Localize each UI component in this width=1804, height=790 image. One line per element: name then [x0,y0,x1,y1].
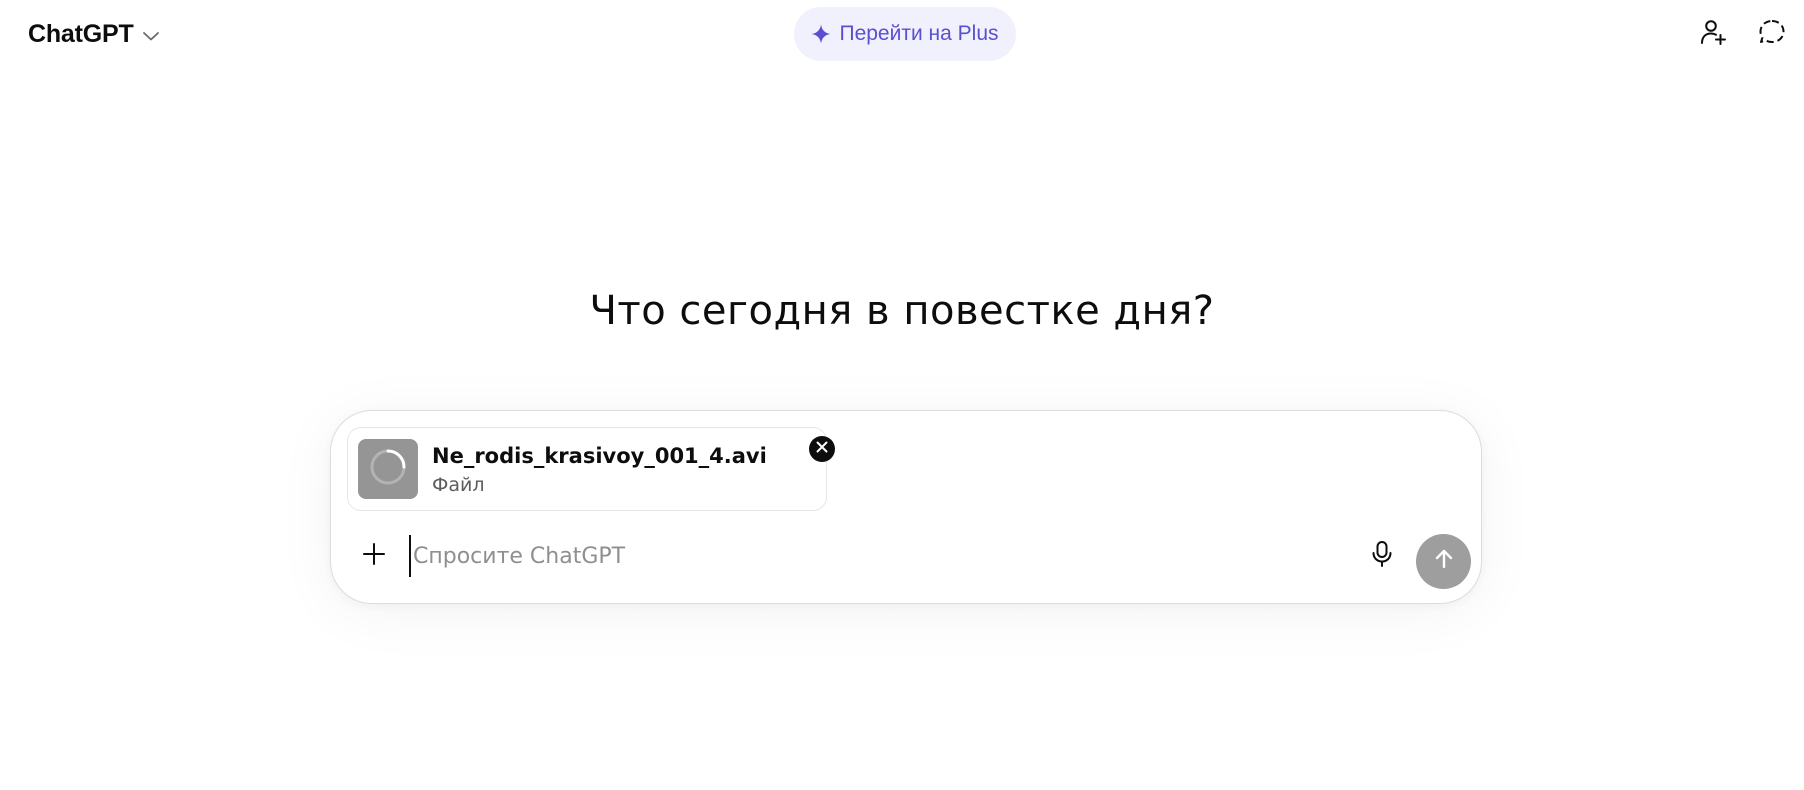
upgrade-plus-button[interactable]: Перейти на Plus [794,7,1016,61]
microphone-icon [1370,540,1394,573]
file-attachment[interactable]: Ne_rodis_krasivoy_001_4.avi Файл [347,427,835,511]
sparkle-icon [811,24,831,44]
temporary-chat-button[interactable] [1752,14,1792,54]
attachment-file-type: Файл [432,474,485,496]
arrow-up-icon [1432,547,1456,576]
dashed-chat-icon [1758,18,1786,51]
remove-attachment-button[interactable] [809,436,835,462]
page-title: Что сегодня в повестке дня? [589,288,1215,334]
file-thumbnail [358,439,418,499]
chatgpt-page: ChatGPT Перейти на Plus Что сегодня в по… [0,0,1804,790]
prompt-composer: Ne_rodis_krasivoy_001_4.avi Файл [330,410,1482,604]
close-icon [816,440,828,458]
add-attachment-button[interactable] [355,537,393,575]
model-name: ChatGPT [28,19,134,48]
attachment-file-name: Ne_rodis_krasivoy_001_4.avi [432,444,767,468]
prompt-input[interactable] [409,535,1329,577]
chevron-down-icon [142,30,160,42]
add-person-button[interactable] [1693,14,1733,54]
voice-input-button[interactable] [1363,537,1401,575]
plus-icon [362,542,386,571]
add-person-icon [1699,18,1727,51]
loading-spinner-icon [368,447,408,492]
send-button[interactable] [1416,534,1471,589]
model-selector[interactable]: ChatGPT [20,14,168,54]
top-bar: ChatGPT Перейти на Plus [0,0,1804,70]
upgrade-label: Перейти на Plus [839,22,999,45]
